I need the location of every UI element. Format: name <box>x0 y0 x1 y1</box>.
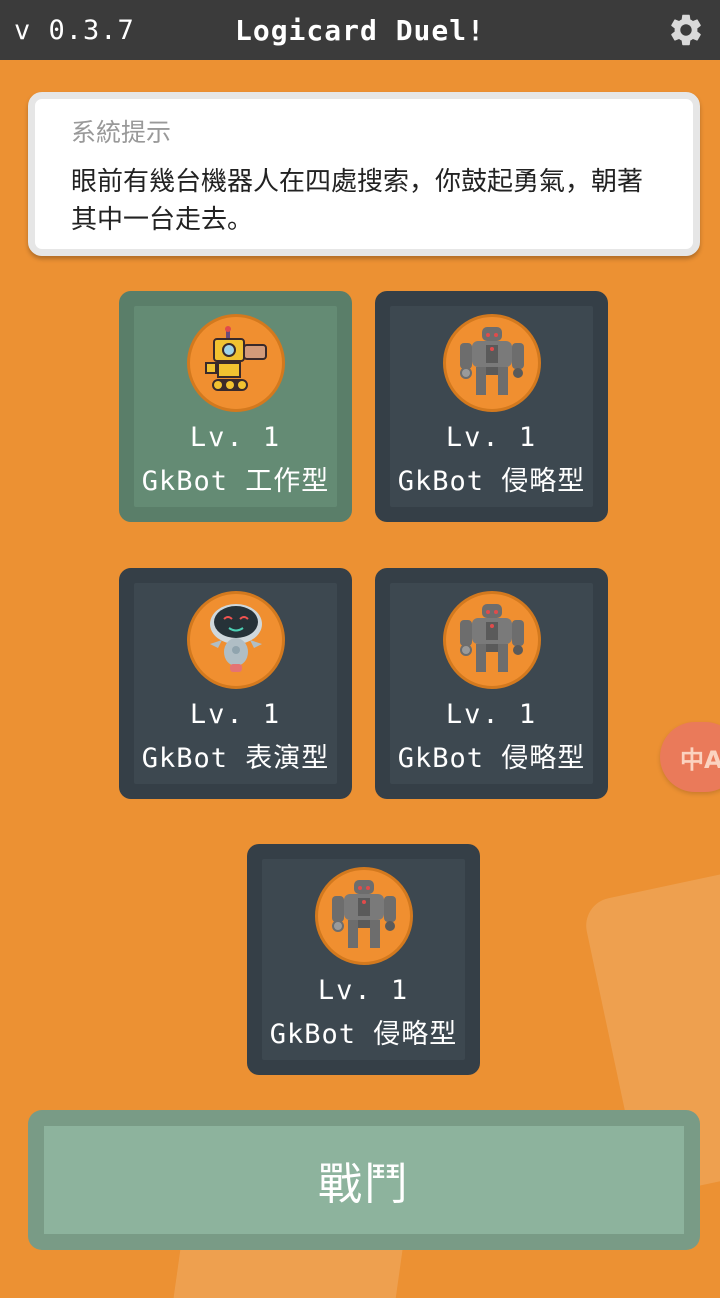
translate-icon: 中A <box>680 745 720 774</box>
worker-robot-icon <box>186 314 285 412</box>
invader-robot-icon <box>314 867 413 965</box>
bot-level: Lv. 1 <box>189 422 282 453</box>
bot-name: GkBot 表演型 <box>141 743 330 774</box>
bot-card-invader[interactable]: Lv. 1 GkBot 侵略型 <box>375 291 608 522</box>
translate-button[interactable]: 中A <box>660 722 720 792</box>
bot-card-invader[interactable]: Lv. 1 GkBot 侵略型 <box>247 844 480 1075</box>
gear-icon[interactable] <box>666 10 706 50</box>
top-bar: v 0.3.7 Logicard Duel! <box>0 0 720 60</box>
bot-name: GkBot 侵略型 <box>397 466 586 497</box>
invader-robot-icon <box>442 314 541 412</box>
bot-level: Lv. 1 <box>189 699 282 730</box>
bot-card-invader[interactable]: Lv. 1 GkBot 侵略型 <box>375 568 608 799</box>
bot-level: Lv. 1 <box>445 699 538 730</box>
system-message-box: 系統提示 眼前有幾台機器人在四處搜索，你鼓起勇氣，朝著其中一台走去。 <box>28 92 700 256</box>
invader-robot-icon <box>442 591 541 689</box>
bot-name: GkBot 侵略型 <box>269 1019 458 1050</box>
system-message-label: 系統提示 <box>71 118 172 147</box>
bot-level: Lv. 1 <box>445 422 538 453</box>
system-message-text: 眼前有幾台機器人在四處搜索，你鼓起勇氣，朝著其中一台走去。 <box>71 167 644 235</box>
fight-button[interactable]: 戰鬥 <box>28 1110 700 1250</box>
bot-level: Lv. 1 <box>317 975 410 1006</box>
bot-name: GkBot 工作型 <box>141 466 330 497</box>
bot-name: GkBot 侵略型 <box>397 743 586 774</box>
bot-card-worker[interactable]: Lv. 1 GkBot 工作型 <box>119 291 352 522</box>
bot-card-performer[interactable]: Lv. 1 GkBot 表演型 <box>119 568 352 799</box>
performer-robot-icon <box>186 591 285 689</box>
version-label: v 0.3.7 <box>14 14 135 46</box>
fight-button-label: 戰鬥 <box>44 1126 684 1234</box>
